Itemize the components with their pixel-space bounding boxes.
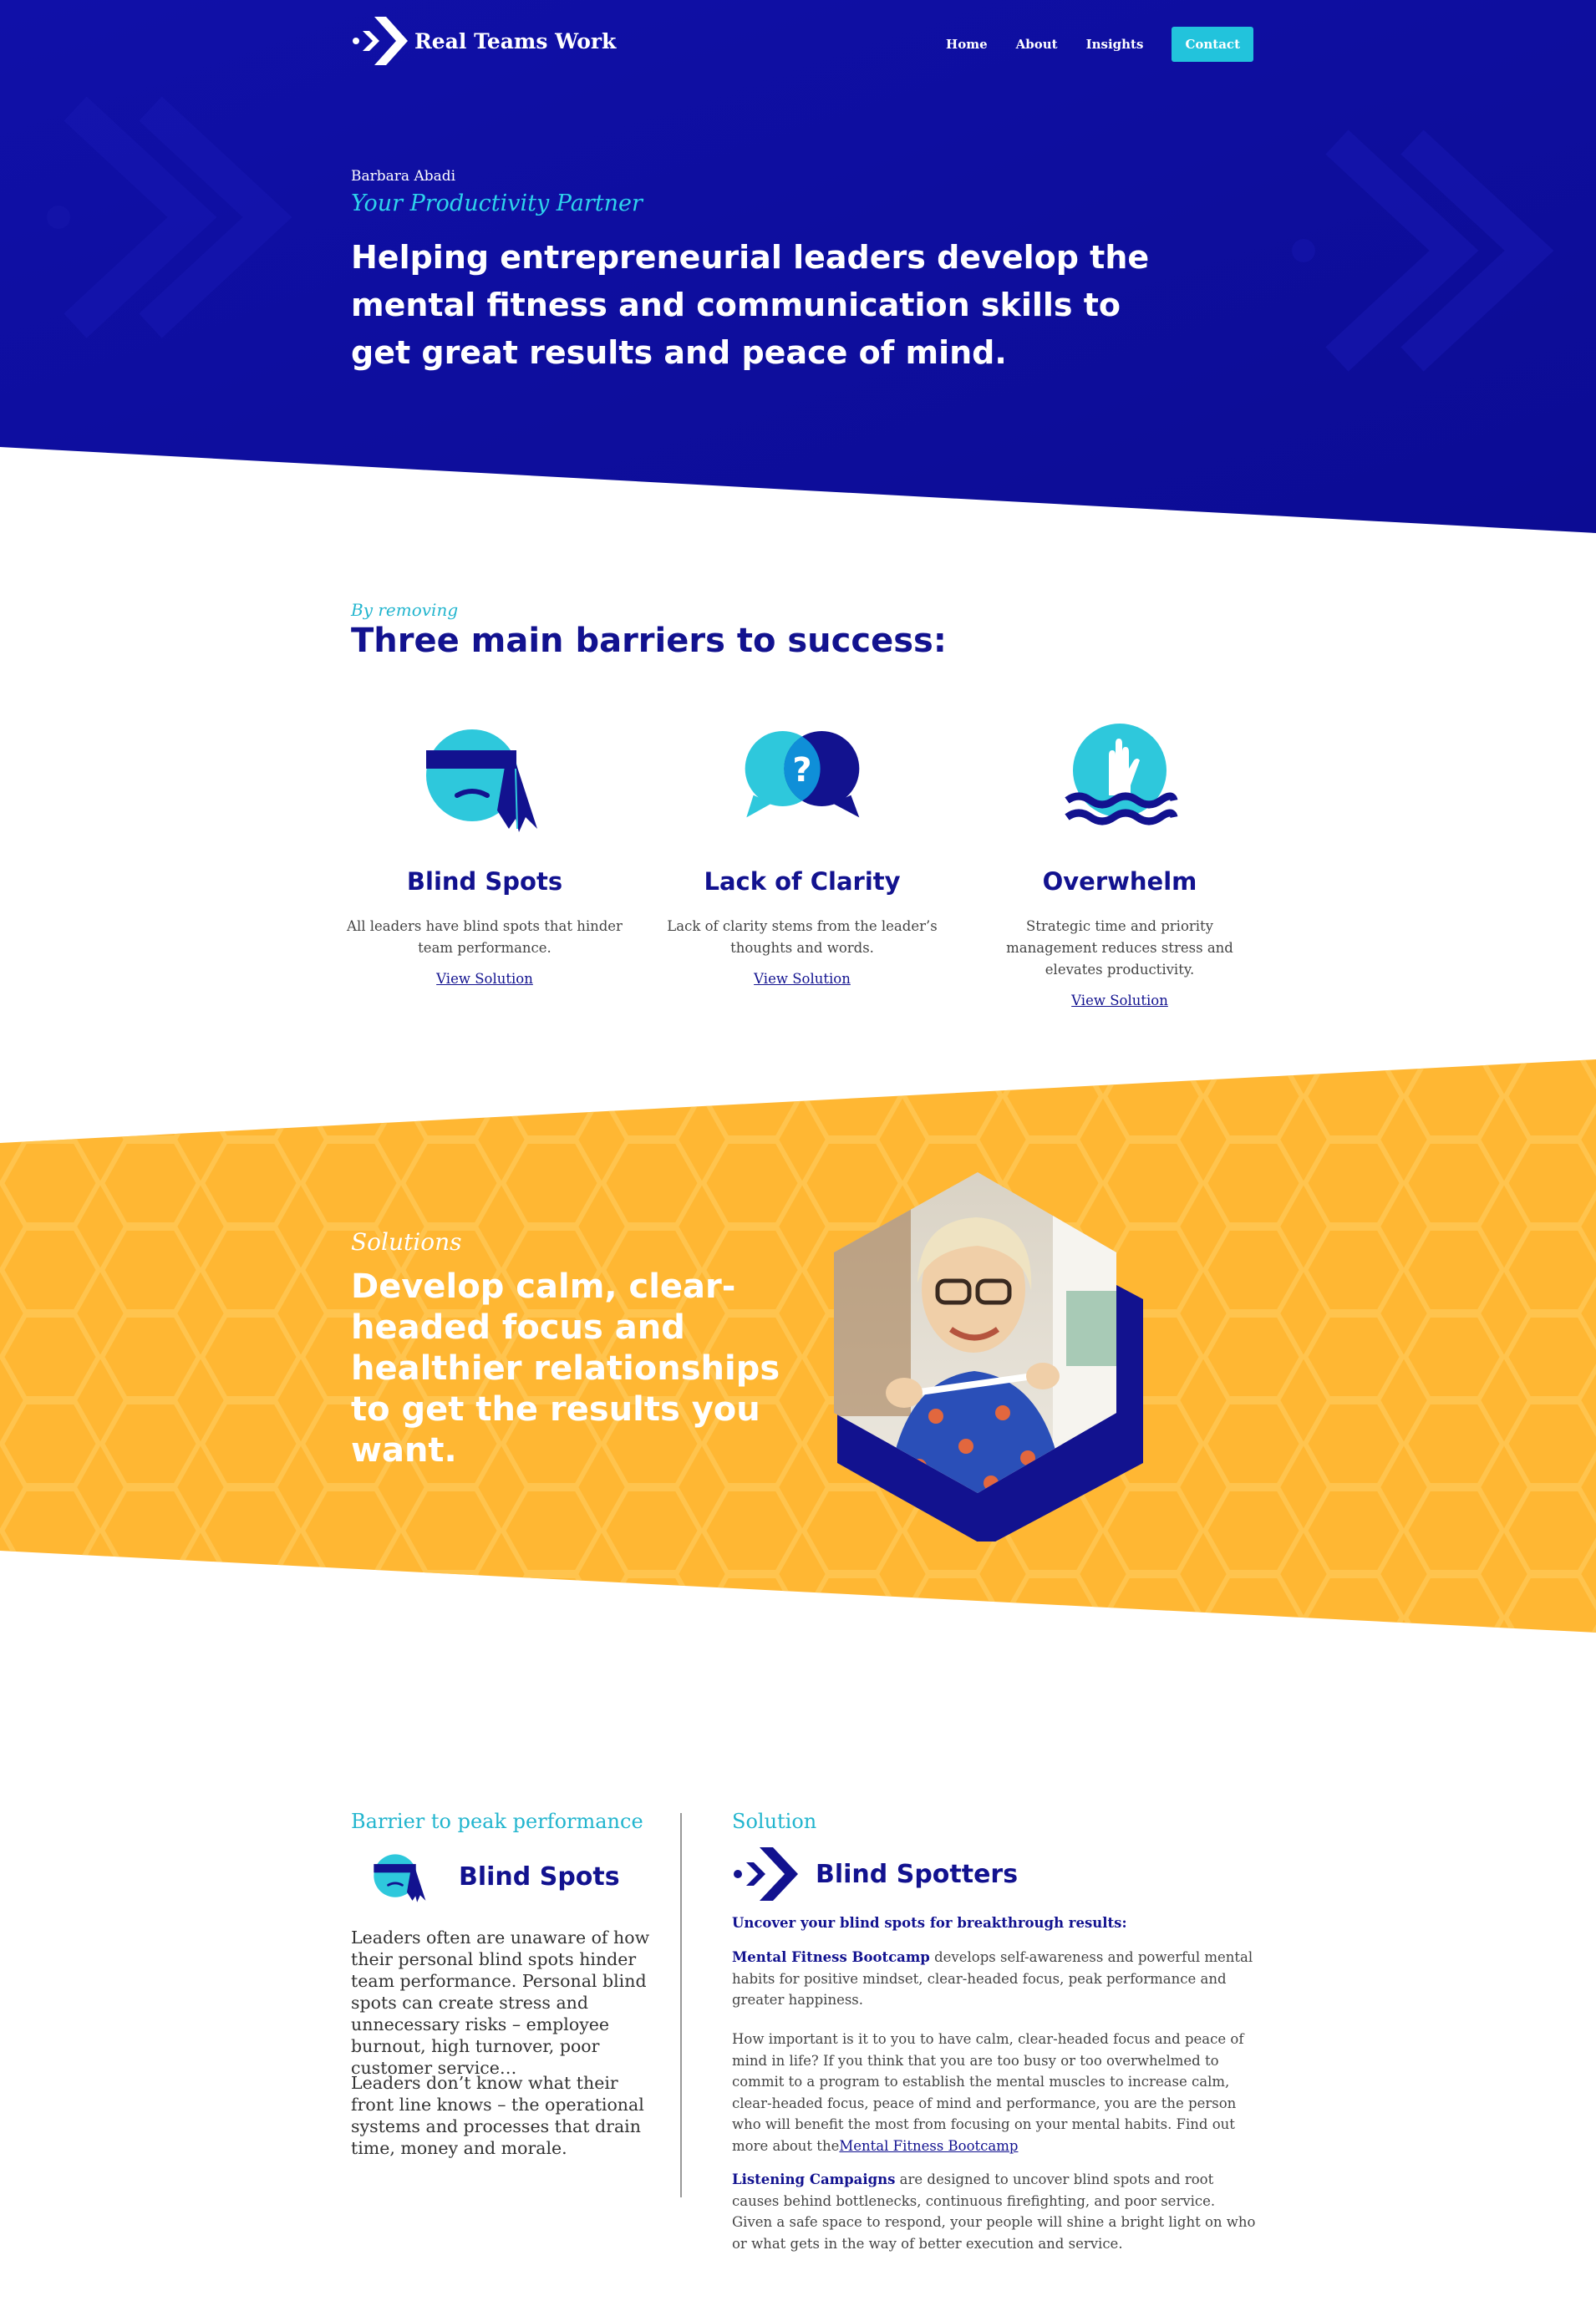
listening-highlight: Listening Campaigns [732, 2171, 896, 2187]
solution-title: Blind Spotters [816, 1859, 1019, 1889]
barrier-paragraph: Leaders often are unaware of how their p… [351, 1928, 650, 2078]
barrier-paragraph: Leaders don’t know what their front line… [351, 2073, 644, 2158]
barrier-card-title: Lack of Clarity [704, 867, 901, 896]
barriers-kicker: By removing [351, 600, 459, 620]
barrier-card-description: All leaders have blind spots that hinder… [347, 918, 623, 956]
top-navigation: Real Teams Work Home About Insights Cont… [351, 15, 1253, 69]
brand-logo[interactable]: Real Teams Work [351, 15, 616, 67]
speech-bubbles-question-icon: ? [745, 731, 860, 818]
solution-paragraph-listening: Listening Campaigns are designed to unco… [732, 2169, 1258, 2254]
solutions-kicker: Solutions [351, 1228, 462, 1256]
bootcamp-highlight: Mental Fitness Bootcamp [732, 1949, 930, 1965]
mental-fitness-bootcamp-link[interactable]: Mental Fitness Bootcamp [839, 2138, 1018, 2154]
solution-paragraph-bootcamp: Mental Fitness Bootcamp develops self-aw… [732, 1947, 1258, 2011]
barrier-title: Blind Spots [459, 1861, 620, 1892]
barrier-card-blind-spots: Blind Spots All leaders have blind spots… [347, 719, 623, 987]
hero-tagline: Your Productivity Partner [351, 190, 643, 216]
nav-about-link[interactable]: About [1016, 37, 1058, 52]
solution-kicker: Solution [732, 1810, 817, 1833]
brand-name: Real Teams Work [414, 28, 617, 53]
column-divider [680, 1813, 682, 2197]
hero-headline: Helping entrepreneurial leaders develop … [351, 239, 1150, 371]
solutions-headline: Develop calm, clear-headed focus and hea… [351, 1267, 780, 1470]
view-solution-link[interactable]: View Solution [754, 971, 851, 987]
barrier-card-lack-of-clarity: ? Lack of Clarity Lack of clarity stems … [664, 719, 940, 987]
barrier-card-description: Lack of clarity stems from the leader’s … [667, 918, 938, 956]
nav-insights-link[interactable]: Insights [1086, 37, 1144, 52]
nav-home-link[interactable]: Home [946, 37, 988, 52]
chevron-logo-icon [734, 1847, 798, 1901]
barrier-card-title: Overwhelm [1042, 867, 1197, 896]
solution-heading: Blind Spotters [732, 1845, 1018, 1903]
contact-button[interactable]: Contact [1172, 27, 1253, 62]
blindfold-icon [426, 729, 537, 832]
view-solution-link[interactable]: View Solution [1071, 993, 1168, 1008]
solutions-band-background [0, 1059, 1596, 1633]
barrier-card-description: Strategic time and priority management r… [1006, 918, 1233, 978]
barriers-title: Three main barriers to success: [351, 622, 947, 660]
chevron-logo-icon [353, 17, 408, 65]
barrier-heading: Blind Spots [372, 1848, 620, 1905]
hero-kicker: Barbara Abadi [351, 168, 456, 185]
portrait-photo [834, 1172, 1143, 1542]
barrier-card-title: Blind Spots [406, 867, 563, 896]
drowning-hand-icon [1065, 724, 1178, 825]
importance-text: How important is it to you to have calm,… [732, 2031, 1244, 2154]
nav-menu: Home About Insights Contact [917, 27, 1253, 62]
barrier-card-overwhelm: Overwhelm Strategic time and priority ma… [982, 719, 1258, 1008]
blindfold-icon [374, 1854, 426, 1902]
svg-text:?: ? [792, 751, 811, 790]
solution-paragraph-importance: How important is it to you to have calm,… [732, 2029, 1258, 2156]
view-solution-link[interactable]: View Solution [436, 971, 533, 987]
barrier-kicker: Barrier to peak performance [351, 1810, 643, 1833]
solution-subtitle: Uncover your blind spots for breakthroug… [732, 1915, 1127, 1931]
